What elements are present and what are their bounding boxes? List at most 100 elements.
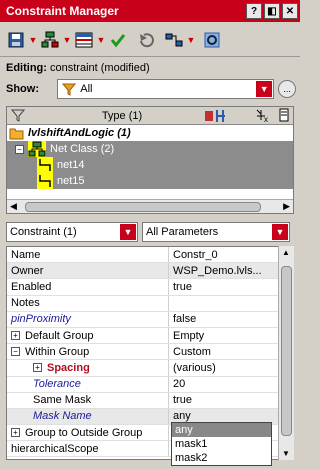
property-name-cell: + Group to Outside Group: [7, 425, 169, 441]
tree-row-net-class[interactable]: − Net Class (2): [7, 141, 293, 157]
mask-option-mask1[interactable]: mask1: [172, 437, 271, 451]
show-select[interactable]: All ▼: [57, 79, 275, 99]
property-value-cell[interactable]: WSP_Demo.lvls...: [169, 263, 293, 278]
property-row[interactable]: Name Constr_0: [7, 247, 293, 264]
folder-open-icon: [9, 128, 24, 140]
constraint-select-arrow[interactable]: ▼: [120, 224, 136, 240]
net-class-icon[interactable]: [40, 30, 60, 50]
route-menu-arrow[interactable]: ▼: [186, 30, 196, 50]
property-name: Same Mask: [33, 394, 92, 407]
constraint-type-icon[interactable]: [203, 108, 231, 124]
property-value: 20: [173, 378, 186, 391]
title-bar: Constraint Manager ? ◧ ✕: [0, 0, 300, 22]
constraint-select-value: Constraint (1): [10, 226, 77, 238]
property-row[interactable]: − Within Group Custom: [7, 344, 293, 361]
property-name-cell: + Default Group: [7, 327, 169, 344]
property-row[interactable]: Enabled true: [7, 279, 293, 296]
property-name: Default Group: [25, 329, 94, 342]
property-name: Mask Name: [33, 410, 92, 423]
check-icon[interactable]: [108, 30, 128, 50]
property-value: true: [173, 280, 192, 293]
tree-row-root[interactable]: lvlshiftAndLogic (1): [7, 125, 293, 141]
tree-horizontal-scrollbar[interactable]: ◀ ▶: [7, 199, 293, 213]
net15-label: net15: [57, 175, 85, 187]
show-select-value: All: [80, 83, 93, 95]
zoom-fit-icon[interactable]: [202, 30, 222, 50]
tree-root-label: lvlshiftAndLogic (1): [28, 127, 131, 139]
property-row[interactable]: Owner WSP_Demo.lvls...: [7, 263, 293, 280]
toolbar: ▼ ▼ ▼ ▼: [0, 23, 300, 57]
property-name-cell: Notes: [7, 295, 169, 311]
property-row[interactable]: Notes: [7, 295, 293, 312]
property-value-cell[interactable]: true: [169, 279, 293, 294]
property-filter-row: Constraint (1) ▼ All Parameters ▼: [6, 222, 296, 242]
filter-icon[interactable]: [11, 108, 25, 122]
property-row[interactable]: Same Mask true: [7, 392, 293, 409]
restore-button[interactable]: ◧: [264, 3, 280, 19]
mask-name-dropdown[interactable]: any mask1 mask2: [171, 422, 272, 466]
property-row[interactable]: + Spacing (various): [7, 360, 293, 377]
save-icon[interactable]: [6, 30, 26, 50]
net-icon: [37, 173, 53, 189]
property-name-cell: Owner: [7, 263, 169, 279]
scroll-thumb[interactable]: [25, 202, 261, 212]
object-tree: Type (1) x lvlshiftAndLogic (1) − Net Cl…: [6, 106, 294, 214]
parameters-select-arrow[interactable]: ▼: [272, 224, 288, 240]
property-value-cell[interactable]: Custom: [169, 344, 293, 359]
property-value-cell[interactable]: true: [169, 393, 293, 408]
save-menu-arrow[interactable]: ▼: [28, 30, 38, 50]
net-class-menu-arrow[interactable]: ▼: [62, 30, 72, 50]
property-value-cell[interactable]: (various): [169, 360, 293, 375]
expand-icon[interactable]: +: [33, 363, 42, 373]
property-row[interactable]: pinProximity false: [7, 311, 293, 328]
show-label: Show:: [6, 83, 39, 95]
property-value: Constr_0: [173, 248, 218, 261]
filter-icon: [62, 83, 77, 96]
property-row[interactable]: + Default Group Empty: [7, 327, 293, 345]
constraint-select[interactable]: Constraint (1) ▼: [6, 222, 138, 242]
property-value: any: [173, 410, 191, 423]
show-more-button[interactable]: ...: [278, 80, 296, 98]
property-value-cell[interactable]: Constr_0: [169, 247, 293, 262]
property-name: Tolerance: [33, 378, 81, 391]
notes-icon[interactable]: [279, 108, 289, 122]
table-menu-arrow[interactable]: ▼: [96, 30, 106, 50]
editing-value: constraint (modified): [50, 62, 150, 74]
scroll-right-icon[interactable]: ▶: [283, 201, 290, 212]
mask-option-any[interactable]: any: [172, 423, 271, 437]
property-value-cell[interactable]: 20: [169, 377, 293, 392]
help-button[interactable]: ?: [246, 3, 262, 19]
parameters-select[interactable]: All Parameters ▼: [142, 222, 290, 242]
property-name-cell: − Within Group: [7, 344, 169, 360]
show-filter-row: Show: All ▼ ...: [6, 78, 296, 100]
collapse-icon[interactable]: −: [11, 347, 20, 357]
svg-text:x: x: [264, 115, 268, 124]
tree-row-net15[interactable]: net15: [7, 173, 293, 189]
expand-icon[interactable]: +: [11, 330, 20, 340]
property-name: Group to Outside Group: [25, 426, 143, 439]
property-value-cell[interactable]: false: [169, 312, 293, 327]
tree-header-label[interactable]: Type (1): [82, 110, 162, 122]
property-value-cell[interactable]: [169, 296, 293, 311]
tree-row-net14[interactable]: net14: [7, 157, 293, 173]
property-name: hierarchicalScope: [11, 442, 99, 455]
scroll-left-icon[interactable]: ◀: [10, 201, 17, 212]
scroll-down-icon[interactable]: ▼: [282, 449, 290, 458]
table-icon[interactable]: [74, 30, 94, 50]
cross-net-icon[interactable]: x: [255, 108, 271, 124]
parameters-select-value: All Parameters: [146, 226, 219, 238]
property-vertical-scrollbar[interactable]: ▲ ▼: [278, 246, 294, 460]
close-button[interactable]: ✕: [282, 3, 298, 19]
scroll-thumb[interactable]: [281, 266, 292, 436]
undo-icon[interactable]: [136, 30, 156, 50]
expand-icon[interactable]: +: [11, 428, 20, 438]
property-value: false: [173, 313, 197, 326]
property-value-cell[interactable]: Empty: [169, 328, 293, 343]
property-row[interactable]: Tolerance 20: [7, 376, 293, 393]
mask-option-mask2[interactable]: mask2: [172, 451, 271, 465]
collapse-icon[interactable]: −: [15, 144, 24, 154]
route-icon[interactable]: [164, 30, 184, 50]
property-name: Spacing: [47, 361, 90, 374]
show-select-arrow[interactable]: ▼: [256, 81, 273, 97]
scroll-up-icon[interactable]: ▲: [282, 248, 290, 257]
